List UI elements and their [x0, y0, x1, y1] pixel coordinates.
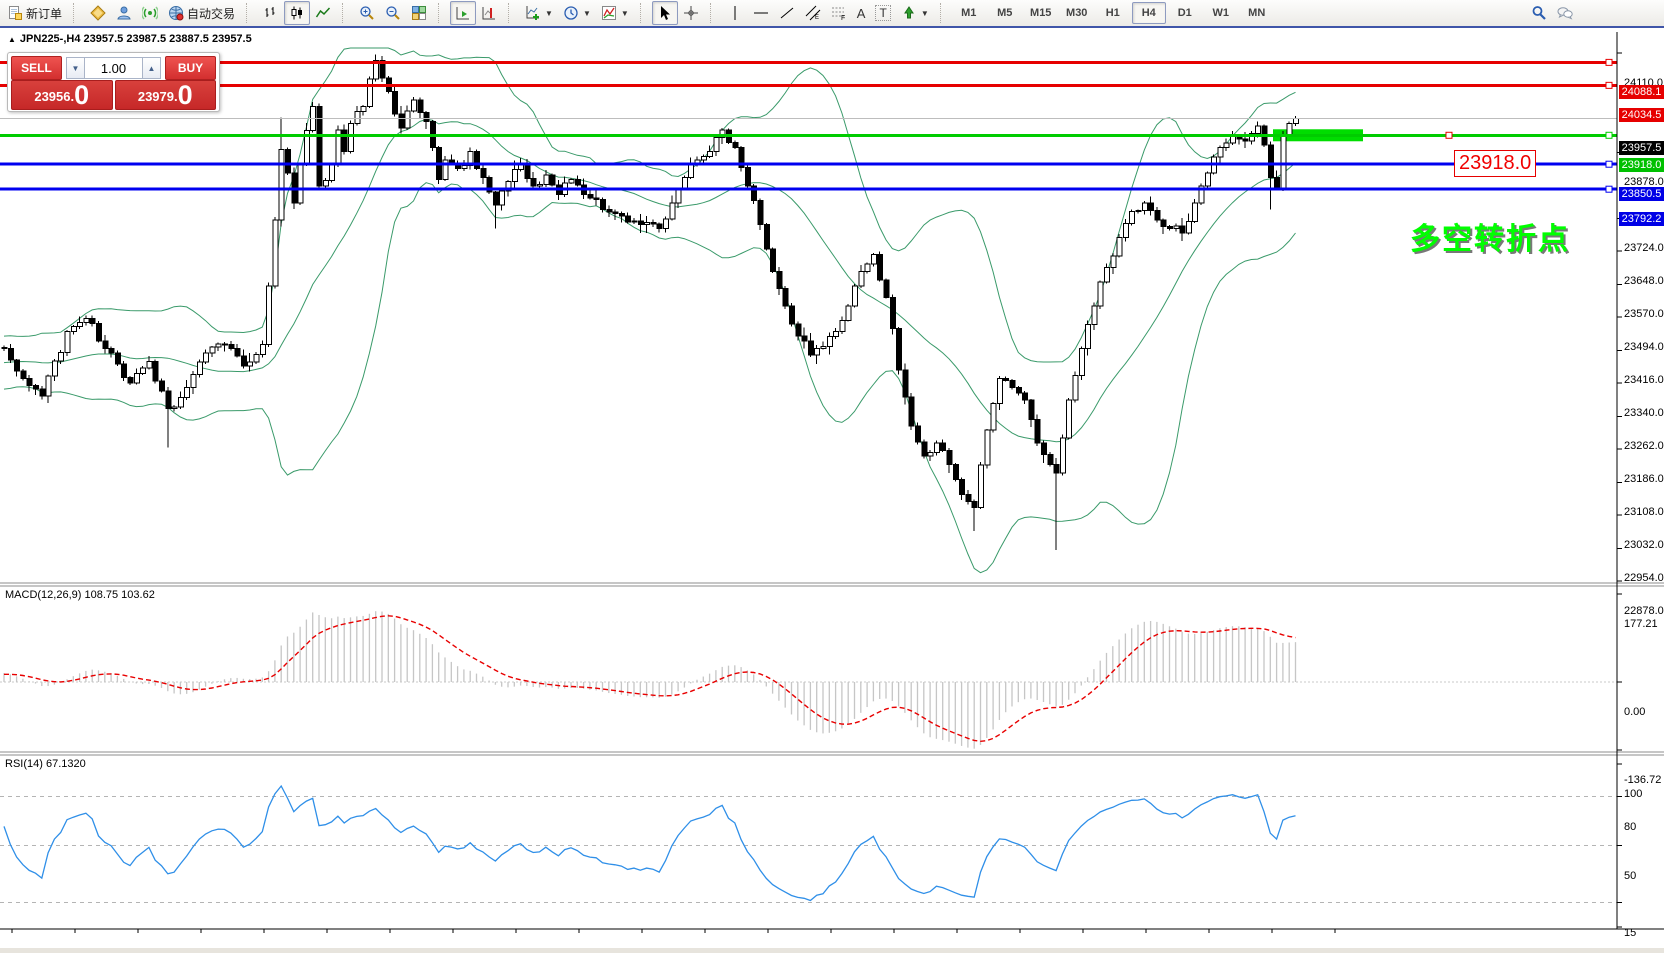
auto-scroll-button[interactable] [450, 1, 476, 25]
chat-button[interactable] [1552, 1, 1578, 25]
text-tool-icon: A [857, 6, 866, 21]
toolbar-grip [940, 3, 948, 23]
timeframe-button-H1[interactable]: H1 [1096, 2, 1130, 24]
timeframe-group: M1M5M15M30H1H4D1W1MN [952, 2, 1274, 24]
timeframe-button-W1[interactable]: W1 [1204, 2, 1238, 24]
auto-trading-icon [168, 5, 184, 21]
toolbar-grip [508, 3, 516, 23]
chevron-down-icon: ▼ [545, 9, 553, 18]
timeframe-button-M30[interactable]: M30 [1060, 2, 1094, 24]
macd-pane-area[interactable] [0, 586, 1617, 752]
zoom-in-icon [359, 5, 375, 21]
chevron-down-icon: ▼ [921, 9, 929, 18]
signals-icon [142, 5, 158, 21]
fibonacci-icon: F [831, 5, 847, 21]
timeframe-button-MN[interactable]: MN [1240, 2, 1274, 24]
profile-icon [116, 5, 132, 21]
new-chart-icon [525, 5, 541, 21]
channel-icon: E [805, 5, 821, 21]
periods-button[interactable]: ▼ [558, 1, 596, 25]
price-axis[interactable] [1617, 50, 1664, 929]
time-axis[interactable] [0, 929, 1617, 949]
zoom-out-icon [385, 5, 401, 21]
text-tool-button[interactable]: A [852, 1, 871, 25]
equidistant-channel-button[interactable]: E [800, 1, 826, 25]
search-button[interactable] [1526, 1, 1552, 25]
signals-button[interactable] [137, 1, 163, 25]
zoom-out-button[interactable] [380, 1, 406, 25]
new-chart-button[interactable]: ▼ [520, 1, 558, 25]
chart-shift-icon [481, 5, 497, 21]
quotes-icon [90, 5, 106, 21]
chat-icon [1557, 5, 1573, 21]
arrows-tool-button[interactable]: ▼ [896, 1, 934, 25]
line-chart-icon [315, 5, 331, 21]
mt4-terminal: 新订单 自动交易 [0, 0, 1664, 953]
toolbar-grip [710, 3, 718, 23]
vertical-line-button[interactable] [722, 1, 748, 25]
candlestick-chart-icon [289, 5, 305, 21]
indicators-icon [601, 5, 617, 21]
svg-text:E: E [815, 15, 819, 21]
search-icon [1531, 5, 1547, 21]
horizontal-line-button[interactable] [748, 1, 774, 25]
timeframe-button-D1[interactable]: D1 [1168, 2, 1202, 24]
chart-shift-button[interactable] [476, 1, 502, 25]
chart-title-text: JPN225-,H4 23957.5 23987.5 23887.5 23957… [20, 33, 252, 45]
timeframe-button-M5[interactable]: M5 [988, 2, 1022, 24]
trendline-icon [779, 5, 795, 21]
main-chart-area[interactable] [0, 50, 1617, 583]
profiles-button[interactable] [111, 1, 137, 25]
auto-trading-button[interactable]: 自动交易 [163, 1, 240, 25]
quotes-button[interactable] [85, 1, 111, 25]
tile-windows-button[interactable] [406, 1, 432, 25]
horizontal-line-icon [753, 5, 769, 21]
toolbar-grip [73, 3, 81, 23]
crosshair-button[interactable] [678, 1, 704, 25]
rsi-pane-area[interactable] [0, 755, 1617, 929]
text-label-tool-button[interactable]: T [870, 1, 895, 25]
toolbar-grip [342, 3, 350, 23]
toolbar-grip [438, 3, 446, 23]
toolbar-grip [246, 3, 254, 23]
tile-windows-icon [411, 5, 427, 21]
clock-icon [563, 5, 579, 21]
fibonacci-button[interactable]: F [826, 1, 852, 25]
crosshair-icon [683, 5, 699, 21]
new-order-label: 新订单 [26, 5, 62, 22]
indicators-button[interactable]: ▼ [596, 1, 634, 25]
cursor-button[interactable] [652, 1, 678, 25]
vertical-line-icon [727, 5, 743, 21]
auto-trading-label: 自动交易 [187, 5, 235, 22]
chevron-down-icon: ▼ [621, 9, 629, 18]
new-order-icon [7, 5, 23, 21]
candlestick-chart-button[interactable] [284, 1, 310, 25]
toolbar-grip [640, 3, 648, 23]
collapse-panel-icon[interactable]: ▲ [8, 35, 16, 44]
auto-scroll-icon [455, 5, 471, 21]
chart-title: ▲ JPN225-,H4 23957.5 23987.5 23887.5 2395… [8, 33, 252, 45]
svg-text:F: F [841, 15, 845, 21]
text-label-icon: T [875, 5, 890, 21]
trendline-button[interactable] [774, 1, 800, 25]
timeframe-button-M1[interactable]: M1 [952, 2, 986, 24]
timeframe-button-H4[interactable]: H4 [1132, 2, 1166, 24]
chart-window: 24088.124034.523957.523918.023850.523792… [0, 30, 1664, 953]
arrow-shapes-icon [901, 5, 917, 21]
zoom-in-button[interactable] [354, 1, 380, 25]
bar-chart-icon [263, 5, 279, 21]
bar-chart-button[interactable] [258, 1, 284, 25]
line-chart-button[interactable] [310, 1, 336, 25]
toolbar: 新订单 自动交易 [0, 0, 1664, 28]
new-order-button[interactable]: 新订单 [2, 1, 67, 25]
chevron-down-icon: ▼ [583, 9, 591, 18]
cursor-icon [657, 5, 673, 21]
timeframe-button-M15[interactable]: M15 [1024, 2, 1058, 24]
